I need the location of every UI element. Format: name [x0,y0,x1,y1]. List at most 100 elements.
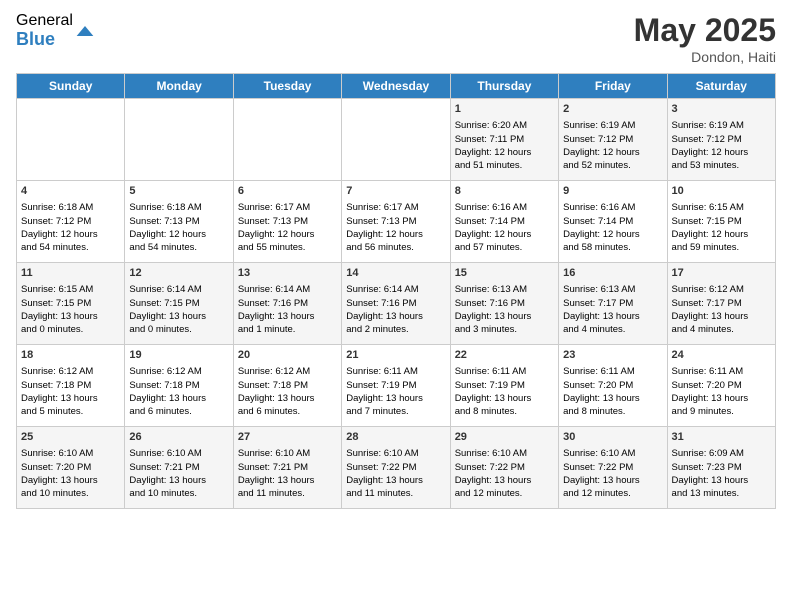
week-row-5: 25Sunrise: 6:10 AMSunset: 7:20 PMDayligh… [17,427,776,509]
week-row-2: 4Sunrise: 6:18 AMSunset: 7:12 PMDaylight… [17,181,776,263]
day-info-line: Sunset: 7:12 PM [563,133,662,146]
day-info-line: Daylight: 13 hours [455,474,554,487]
day-info-line: and 13 minutes. [672,487,771,500]
day-info-line: Sunrise: 6:10 AM [129,447,228,460]
day-number: 11 [21,266,120,281]
calendar-table: Sunday Monday Tuesday Wednesday Thursday… [16,73,776,509]
day-info-line: Sunrise: 6:11 AM [455,365,554,378]
day-info-line: Daylight: 13 hours [455,392,554,405]
day-info-line: and 8 minutes. [563,405,662,418]
day-info-line: and 11 minutes. [346,487,445,500]
day-info-line: Daylight: 12 hours [238,228,337,241]
day-info-line: Sunset: 7:14 PM [455,215,554,228]
day-number: 24 [672,348,771,363]
day-info-line: Sunset: 7:12 PM [21,215,120,228]
day-info-line: and 10 minutes. [21,487,120,500]
day-info-line: and 51 minutes. [455,159,554,172]
day-info-line: and 6 minutes. [129,405,228,418]
day-cell: 6Sunrise: 6:17 AMSunset: 7:13 PMDaylight… [233,181,341,263]
day-number: 28 [346,430,445,445]
location-subtitle: Dondon, Haiti [634,49,776,65]
day-info-line: Sunset: 7:16 PM [455,297,554,310]
day-info-line: Sunrise: 6:19 AM [563,119,662,132]
day-info-line: and 52 minutes. [563,159,662,172]
header: General Blue May 2025 Dondon, Haiti [16,12,776,65]
day-cell: 3Sunrise: 6:19 AMSunset: 7:12 PMDaylight… [667,99,775,181]
day-info-line: Daylight: 13 hours [563,392,662,405]
day-info-line: Daylight: 12 hours [672,146,771,159]
day-info-line: Sunset: 7:20 PM [21,461,120,474]
day-cell: 14Sunrise: 6:14 AMSunset: 7:16 PMDayligh… [342,263,450,345]
day-info-line: Daylight: 13 hours [21,310,120,323]
day-info-line: Sunrise: 6:10 AM [455,447,554,460]
day-info-line: Sunset: 7:11 PM [455,133,554,146]
day-number: 8 [455,184,554,199]
day-cell: 31Sunrise: 6:09 AMSunset: 7:23 PMDayligh… [667,427,775,509]
day-info-line: Daylight: 12 hours [563,228,662,241]
day-info-line: Daylight: 13 hours [346,474,445,487]
day-cell: 16Sunrise: 6:13 AMSunset: 7:17 PMDayligh… [559,263,667,345]
day-info-line: Sunrise: 6:12 AM [21,365,120,378]
day-cell: 18Sunrise: 6:12 AMSunset: 7:18 PMDayligh… [17,345,125,427]
day-info-line: Sunrise: 6:10 AM [563,447,662,460]
day-info-line: Sunrise: 6:11 AM [563,365,662,378]
calendar-page: General Blue May 2025 Dondon, Haiti Sund… [0,0,792,612]
day-cell: 21Sunrise: 6:11 AMSunset: 7:19 PMDayligh… [342,345,450,427]
day-number: 26 [129,430,228,445]
day-info-line: Daylight: 13 hours [238,310,337,323]
day-info-line: Daylight: 13 hours [238,474,337,487]
day-info-line: Sunrise: 6:12 AM [672,283,771,296]
day-info-line: Sunset: 7:18 PM [238,379,337,392]
day-info-line: Sunrise: 6:10 AM [21,447,120,460]
day-info-line: and 54 minutes. [129,241,228,254]
day-number: 1 [455,102,554,117]
day-info-line: Sunset: 7:15 PM [129,297,228,310]
day-info-line: Daylight: 13 hours [563,310,662,323]
day-number: 3 [672,102,771,117]
day-info-line: Daylight: 13 hours [563,474,662,487]
day-info-line: Sunrise: 6:11 AM [346,365,445,378]
day-info-line: Sunset: 7:16 PM [346,297,445,310]
logo-general: General [16,12,73,30]
day-info-line: Daylight: 13 hours [672,474,771,487]
day-number: 22 [455,348,554,363]
day-info-line: Daylight: 13 hours [129,392,228,405]
day-cell: 1Sunrise: 6:20 AMSunset: 7:11 PMDaylight… [450,99,558,181]
day-cell [233,99,341,181]
day-info-line: Sunrise: 6:10 AM [238,447,337,460]
day-info-line: Sunrise: 6:13 AM [455,283,554,296]
day-info-line: and 53 minutes. [672,159,771,172]
day-cell: 4Sunrise: 6:18 AMSunset: 7:12 PMDaylight… [17,181,125,263]
day-cell: 15Sunrise: 6:13 AMSunset: 7:16 PMDayligh… [450,263,558,345]
day-info-line: and 10 minutes. [129,487,228,500]
day-cell: 13Sunrise: 6:14 AMSunset: 7:16 PMDayligh… [233,263,341,345]
day-number: 6 [238,184,337,199]
day-info-line: Sunrise: 6:14 AM [238,283,337,296]
day-cell: 19Sunrise: 6:12 AMSunset: 7:18 PMDayligh… [125,345,233,427]
day-number: 21 [346,348,445,363]
day-info-line: Daylight: 13 hours [455,310,554,323]
day-cell: 20Sunrise: 6:12 AMSunset: 7:18 PMDayligh… [233,345,341,427]
day-number: 2 [563,102,662,117]
day-info-line: Sunset: 7:13 PM [238,215,337,228]
day-cell: 12Sunrise: 6:14 AMSunset: 7:15 PMDayligh… [125,263,233,345]
day-info-line: Sunrise: 6:15 AM [672,201,771,214]
day-number: 25 [21,430,120,445]
day-cell: 11Sunrise: 6:15 AMSunset: 7:15 PMDayligh… [17,263,125,345]
day-number: 16 [563,266,662,281]
day-info-line: and 11 minutes. [238,487,337,500]
day-info-line: Daylight: 13 hours [346,310,445,323]
day-cell: 28Sunrise: 6:10 AMSunset: 7:22 PMDayligh… [342,427,450,509]
day-info-line: Sunrise: 6:20 AM [455,119,554,132]
day-number: 23 [563,348,662,363]
day-number: 4 [21,184,120,199]
day-info-line: Daylight: 13 hours [672,392,771,405]
day-info-line: Sunset: 7:21 PM [129,461,228,474]
calendar-body: 1 Sunrise: 6:20 AMSunset: 7:11 PM Daylight… [17,99,776,509]
day-number: 10 [672,184,771,199]
day-info-line: Sunset: 7:13 PM [129,215,228,228]
day-info-line: Sunrise: 6:19 AM [672,119,771,132]
day-info-line: Sunrise: 6:15 AM [21,283,120,296]
day-info-line: Daylight: 12 hours [129,228,228,241]
day-info-line: Sunset: 7:22 PM [455,461,554,474]
